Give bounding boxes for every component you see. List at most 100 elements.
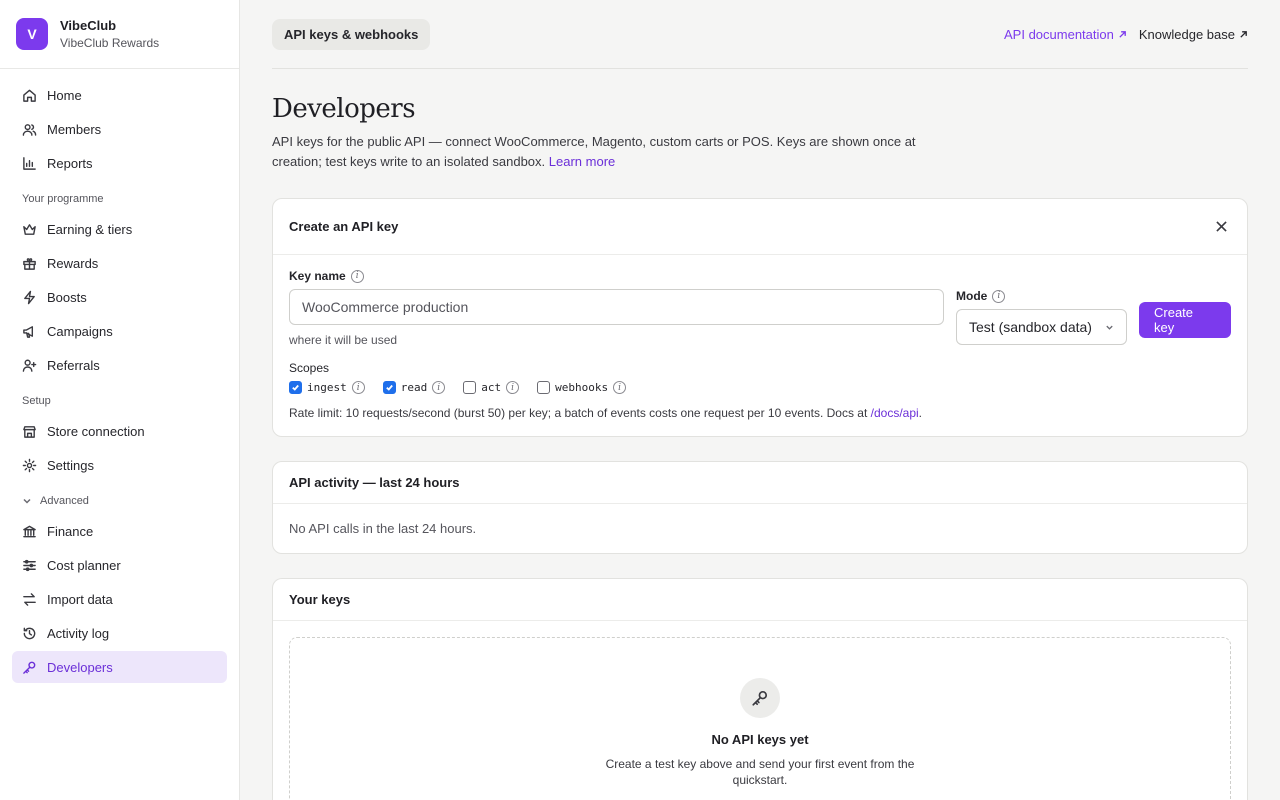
sidebar-item-finance[interactable]: Finance	[12, 515, 227, 547]
sidebar-item-label: Store connection	[47, 423, 145, 439]
sidebar-item-label: Reports	[47, 155, 93, 171]
sidebar-item-boosts[interactable]: Boosts	[12, 281, 227, 313]
api-activity-card: API activity — last 24 hours No API call…	[272, 461, 1248, 554]
info-icon[interactable]: i	[351, 381, 365, 394]
sidebar: V VibeClub VibeClub Rewards Home Members…	[0, 0, 240, 800]
scope-act[interactable]: act i	[463, 381, 520, 394]
sidebar-item-settings[interactable]: Settings	[12, 449, 227, 481]
sidebar-nav: Home Members Reports Your programme Earn…	[0, 69, 239, 683]
history-icon	[22, 626, 37, 641]
bolt-icon	[22, 290, 37, 305]
arrows-icon	[22, 592, 37, 607]
home-icon	[22, 88, 37, 103]
sidebar-item-label: Earning & tiers	[47, 221, 133, 237]
gift-icon	[22, 256, 37, 271]
bar-chart-icon	[22, 156, 37, 171]
scope-label: read	[400, 381, 428, 394]
sidebar-item-import-data[interactable]: Import data	[12, 583, 227, 615]
info-icon[interactable]: i	[992, 289, 1006, 303]
key-name-group: Key name i WooCommerce production where …	[289, 269, 944, 347]
scope-read[interactable]: read i	[382, 381, 446, 394]
info-icon[interactable]: i	[432, 381, 446, 394]
sidebar-item-rewards[interactable]: Rewards	[12, 247, 227, 279]
sidebar-item-label: Home	[47, 87, 82, 103]
api-documentation-link[interactable]: API documentation	[1004, 27, 1127, 42]
megaphone-icon	[22, 324, 37, 339]
scopes-label: Scopes	[289, 361, 330, 375]
sidebar-item-activity-log[interactable]: Activity log	[12, 617, 227, 649]
key-icon	[22, 660, 37, 675]
learn-more-link[interactable]: Learn more	[549, 154, 615, 169]
key-name-input[interactable]: WooCommerce production	[289, 289, 944, 325]
sidebar-item-cost-planner[interactable]: Cost planner	[12, 549, 227, 581]
your-keys-title: Your keys	[289, 592, 351, 607]
checkbox-read[interactable]	[382, 381, 396, 394]
your-keys-header: Your keys	[273, 579, 1247, 621]
sidebar-item-campaigns[interactable]: Campaigns	[12, 315, 227, 347]
docs-api-link[interactable]: /docs/api	[871, 406, 919, 420]
sidebar-item-label: Activity log	[47, 625, 110, 641]
checkbox-ingest[interactable]	[289, 381, 302, 394]
brand-subtitle: VibeClub Rewards	[60, 36, 160, 50]
rate-limit-text: Rate limit: 10 requests/second (burst 50…	[289, 406, 871, 420]
check-icon	[292, 384, 299, 391]
api-activity-title: API activity — last 24 hours	[289, 475, 460, 490]
gear-icon	[22, 458, 37, 473]
store-icon	[22, 424, 37, 439]
knowledge-base-label: Knowledge base	[1138, 26, 1235, 42]
page-title: Developers	[272, 94, 416, 124]
checkbox-webhooks[interactable]	[537, 381, 551, 394]
knowledge-base-link[interactable]: Knowledge base	[1139, 27, 1248, 42]
external-link-icon	[1118, 27, 1127, 42]
sidebar-item-label: Cost planner	[47, 557, 121, 573]
info-icon[interactable]: i	[613, 381, 627, 394]
sidebar-item-home[interactable]: Home	[12, 79, 227, 111]
close-button[interactable]	[1211, 217, 1231, 237]
users-icon	[22, 122, 37, 137]
sidebar-item-reports[interactable]: Reports	[12, 147, 227, 179]
create-api-key-body: Key name i WooCommerce production where …	[273, 255, 1247, 436]
sidebar-item-label: Campaigns	[47, 323, 113, 339]
sliders-icon	[22, 558, 37, 573]
checkbox-act[interactable]	[463, 381, 477, 394]
scope-webhooks[interactable]: webhooks i	[537, 381, 627, 394]
brand-header[interactable]: V VibeClub VibeClub Rewards	[0, 0, 239, 69]
rate-limit-end: .	[918, 406, 923, 420]
scope-ingest[interactable]: ingest i	[289, 381, 365, 394]
brand-text: VibeClub VibeClub Rewards	[60, 18, 159, 50]
create-api-key-card: Create an API key Key name i WooCommerce…	[272, 198, 1248, 437]
mode-label-text: Mode	[956, 289, 988, 303]
info-icon[interactable]: i	[350, 269, 364, 283]
sidebar-item-developers[interactable]: Developers	[12, 651, 227, 683]
keys-empty-state: No API keys yet Create a test key above …	[289, 637, 1231, 800]
empty-state-description: Create a test key above and send your fi…	[605, 757, 915, 787]
sidebar-item-store-connection[interactable]: Store connection	[12, 415, 227, 447]
close-icon	[1215, 221, 1227, 232]
mode-select[interactable]: Test (sandbox data)	[956, 309, 1127, 345]
mode-select-value: Test (sandbox data)	[969, 319, 1092, 335]
bank-icon	[22, 524, 37, 539]
brand-logo: V	[16, 18, 48, 50]
tab-api-keys-webhooks[interactable]: API keys & webhooks	[272, 18, 431, 50]
scope-label: ingest	[307, 381, 347, 394]
nav-section-advanced[interactable]: Advanced	[0, 491, 239, 511]
nav-section-setup: Setup	[22, 395, 51, 407]
create-key-button[interactable]: Create key	[1139, 302, 1231, 338]
sidebar-item-earning-tiers[interactable]: Earning & tiers	[12, 213, 227, 245]
sidebar-item-members[interactable]: Members	[12, 113, 227, 145]
create-api-key-header: Create an API key	[273, 199, 1247, 255]
nav-section-advanced-label: Advanced	[40, 495, 89, 507]
key-icon	[740, 678, 780, 718]
info-icon[interactable]: i	[506, 381, 520, 394]
api-activity-empty: No API calls in the last 24 hours.	[289, 521, 477, 536]
scope-label: webhooks	[555, 381, 609, 394]
sidebar-item-label: Import data	[47, 591, 113, 607]
sidebar-item-label: Boosts	[47, 289, 87, 305]
key-name-label-text: Key name	[289, 269, 346, 283]
sidebar-item-referrals[interactable]: Referrals	[12, 349, 227, 381]
page-description: API keys for the public API — connect Wo…	[272, 132, 932, 172]
chevron-down-icon	[1106, 325, 1113, 330]
brand-name: VibeClub	[60, 18, 117, 33]
sidebar-item-label: Members	[47, 121, 102, 137]
your-keys-card: Your keys No API keys yet Create a test …	[272, 578, 1248, 800]
